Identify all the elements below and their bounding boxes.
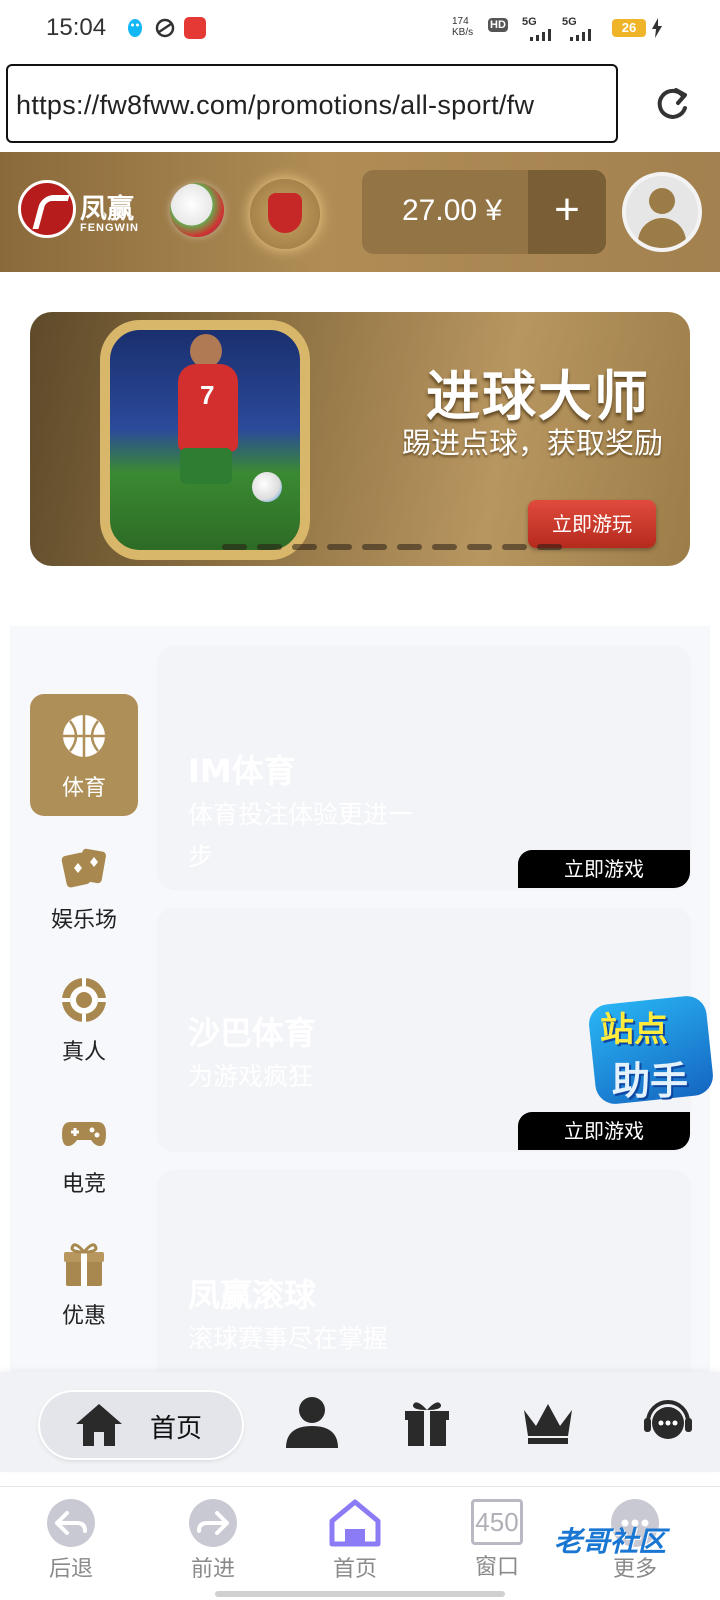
nav-windows-label: 窗口 [474, 1555, 519, 1580]
game-card-fengwin-live[interactable]: 凤赢滚球 滚球赛事尽在掌握 [158, 1170, 690, 1400]
helper-label-1: 站点 [600, 1010, 668, 1050]
nav-forward-button[interactable]: 前进 [163, 1499, 263, 1583]
player-head [190, 334, 222, 368]
nav-back-label: 后退 [48, 1557, 93, 1582]
carousel-dot[interactable] [362, 544, 387, 550]
carousel-dot[interactable] [432, 544, 457, 550]
banner-subtitle: 踢进点球，获取奖励 [402, 426, 664, 460]
nav-forward-label: 前进 [190, 1557, 235, 1582]
charging-icon [652, 18, 662, 42]
carousel-dot[interactable] [292, 544, 317, 550]
carousel-dot[interactable] [257, 544, 282, 550]
user-avatar[interactable] [622, 172, 702, 252]
brand-name-en: FENGWIN [80, 222, 139, 234]
dock-home-label: 首页 [150, 1414, 203, 1444]
signal-bars-icon [530, 26, 556, 45]
play-game-button[interactable]: 立即游戏 [518, 850, 690, 888]
nav-windows-button[interactable]: 450 窗口 [447, 1499, 547, 1581]
sidebar-item-casino[interactable]: 娱乐场 [30, 826, 138, 948]
sidebar-item-sports[interactable]: 体育 [30, 694, 138, 816]
window-count: 450 [471, 1499, 523, 1545]
status-bar: 15:04 174 KB/s HD 5G 5G 26 [0, 0, 720, 56]
game-app-icon [184, 17, 206, 39]
fengwin-logo-icon[interactable] [18, 180, 76, 238]
helper-label-2: 助手 [612, 1059, 689, 1103]
carousel-dot[interactable] [537, 544, 562, 550]
watermark-logo: 老哥社区 [554, 1525, 667, 1558]
chip-icon [60, 976, 108, 1024]
site-dock: 首页 [0, 1372, 720, 1472]
game-title: IM体育 [188, 752, 296, 790]
deposit-plus-button[interactable]: + [528, 170, 606, 254]
worldcup-ball-icon[interactable] [170, 183, 224, 237]
cards-icon [60, 844, 108, 892]
soccer-ball-icon [252, 472, 282, 502]
gift-icon [60, 1240, 108, 1288]
home-outline-icon [329, 1499, 381, 1547]
nav-home-label: 首页 [332, 1557, 377, 1582]
dock-home-button[interactable]: 首页 [40, 1392, 242, 1458]
address-bar[interactable]: https://fw8fww.com/promotions/all-sport/… [6, 64, 618, 143]
sidebar-item-esports[interactable]: 电竞 [30, 1090, 138, 1212]
sync-app-icon [154, 17, 176, 39]
sidebar-item-label: 体育 [61, 776, 106, 801]
game-title: 沙巴体育 [188, 1014, 317, 1052]
basketball-icon [60, 712, 108, 760]
back-arrow-icon [47, 1499, 95, 1547]
gift-box-icon[interactable] [402, 1398, 458, 1454]
balance-widget[interactable]: 27.00 ¥ + [362, 170, 606, 254]
forward-arrow-icon [189, 1499, 237, 1547]
sidebar-item-label: 优惠 [61, 1304, 106, 1329]
brand-name[interactable]: 凤赢 [80, 187, 134, 226]
status-time: 15:04 [46, 14, 107, 41]
url-text[interactable]: https://fw8fww.com/promotions/all-sport/… [16, 90, 534, 121]
crown-icon[interactable] [522, 1400, 578, 1456]
gesture-home-indicator[interactable] [215, 1591, 505, 1597]
battery-level: 26 [612, 19, 646, 37]
player-shorts [180, 448, 232, 484]
nav-back-button[interactable]: 后退 [21, 1499, 121, 1583]
qq-penguin-icon [124, 17, 146, 39]
avatar-head [649, 188, 675, 214]
sidebar-item-label: 电竞 [61, 1172, 106, 1197]
carousel-dot[interactable] [397, 544, 422, 550]
sidebar-item-label: 娱乐场 [50, 908, 117, 933]
signal-bars-icon-2 [570, 26, 596, 45]
sidebar-item-live[interactable]: 真人 [30, 958, 138, 1080]
nav-home-button[interactable]: 首页 [305, 1499, 405, 1583]
promo-banner[interactable]: 7 进球大师 踢进点球，获取奖励 立即游玩 [30, 312, 690, 566]
balance-amount: 27.00 ¥ [402, 194, 503, 227]
carousel-dot[interactable] [327, 544, 352, 550]
game-description: 为游戏疯狂 [188, 1062, 314, 1091]
avatar-body [638, 218, 686, 248]
player-number: 7 [200, 380, 215, 410]
site-header: 凤赢 FENGWIN [0, 152, 720, 272]
carousel-dot[interactable] [502, 544, 527, 550]
home-icon [74, 1402, 124, 1452]
sidebar-item-label: 真人 [61, 1040, 106, 1065]
hd-badge: HD [488, 18, 508, 32]
gamepad-icon [60, 1108, 108, 1156]
carousel-dot[interactable] [222, 544, 247, 550]
user-profile-icon[interactable] [284, 1394, 340, 1450]
net-speed: 174 KB/s [452, 16, 474, 38]
game-description: 体育投注体验更进一步 [188, 800, 414, 871]
carousel-dots [222, 544, 562, 554]
reload-icon[interactable] [650, 82, 694, 126]
play-now-button[interactable]: 立即游玩 [528, 500, 656, 548]
customer-service-icon[interactable] [642, 1396, 698, 1452]
carousel-dot[interactable] [467, 544, 492, 550]
site-helper-button[interactable]: 站点 助手 [587, 994, 715, 1106]
game-description: 滚球赛事尽在掌握 [188, 1324, 389, 1353]
game-title: 凤赢滚球 [188, 1276, 317, 1314]
game-card-im-sports[interactable]: IM体育 体育投注体验更进一步 立即游戏 [158, 646, 690, 888]
play-game-button[interactable]: 立即游戏 [518, 1112, 690, 1150]
sidebar-item-promotions[interactable]: 优惠 [30, 1222, 138, 1344]
fengwin-shield-icon[interactable] [250, 179, 320, 249]
